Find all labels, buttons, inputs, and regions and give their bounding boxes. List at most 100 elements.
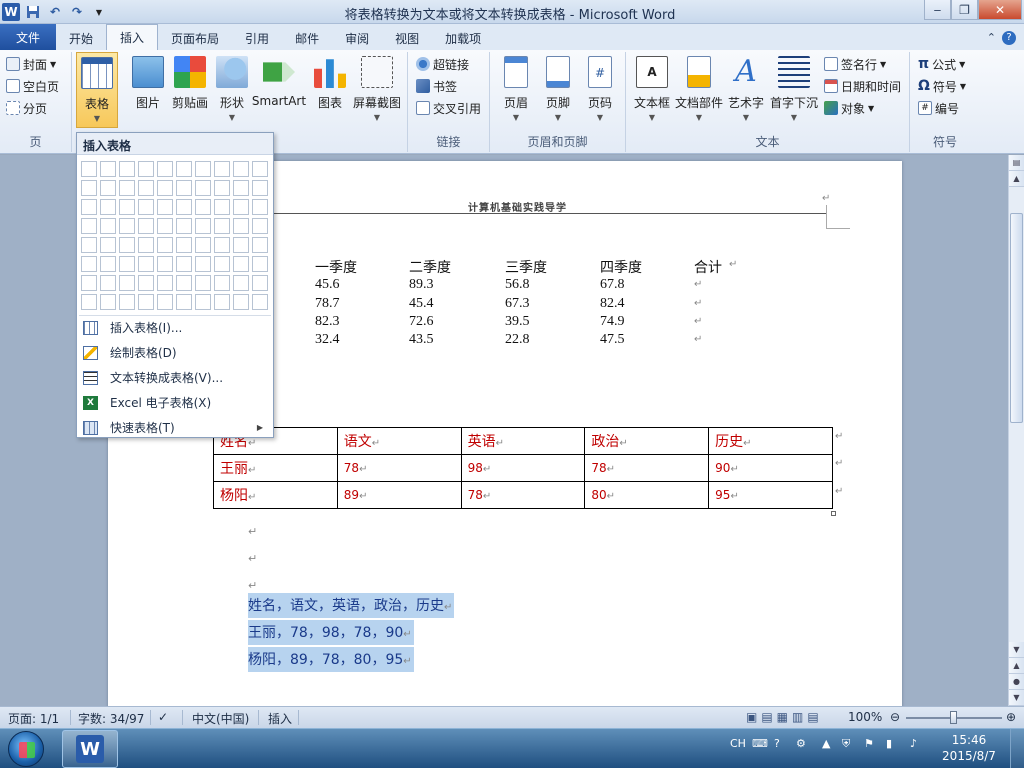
grid-cell[interactable] (195, 218, 211, 234)
grid-cell[interactable] (81, 294, 97, 310)
page-number-button[interactable]: # 页码 ▼ (578, 56, 622, 122)
equation-button[interactable]: π 公式 ▼ (918, 54, 965, 74)
table-cell[interactable]: 98↵ (460, 454, 586, 482)
grid-cell[interactable] (119, 294, 135, 310)
grid-cell[interactable] (138, 180, 154, 196)
grid-cell[interactable] (252, 161, 268, 177)
table-size-grid[interactable] (81, 161, 273, 313)
grid-cell[interactable] (157, 237, 173, 253)
grid-cell[interactable] (119, 218, 135, 234)
hyperlink-button[interactable]: 超链接 (416, 54, 469, 74)
grid-cell[interactable] (233, 237, 249, 253)
browse-object-button[interactable]: ● (1009, 674, 1024, 690)
keyboard-icon[interactable]: ⌨ (752, 737, 768, 750)
grid-cell[interactable] (176, 237, 192, 253)
grid-cell[interactable] (157, 256, 173, 272)
date-time-button[interactable]: 日期和时间 (824, 76, 901, 96)
view-buttons[interactable]: ▣▤▦▥▤ (746, 710, 823, 724)
next-page-button[interactable]: ▼ (1009, 690, 1024, 706)
close-button[interactable]: ✕ (978, 0, 1022, 20)
vertical-scrollbar[interactable]: ▤ ▲ ▼ ▲ ● ▼ (1008, 155, 1024, 706)
tab-addins[interactable]: 加载项 (432, 26, 494, 50)
table-resize-handle[interactable] (831, 511, 836, 516)
grid-cell[interactable] (195, 237, 211, 253)
cover-page-button[interactable]: 封面 ▼ (6, 54, 56, 74)
score-table[interactable]: 姓名↵ 语文↵ 英语↵ 政治↵ 历史↵ 王丽↵ 78↵ 98↵ 78↵ 90↵ … (213, 427, 833, 509)
action-center-icon[interactable]: ⚑ (864, 737, 874, 750)
tab-page-layout[interactable]: 页面布局 (158, 26, 232, 50)
grid-cell[interactable] (252, 256, 268, 272)
selected-text-line[interactable]: 姓名，语文，英语，政治，历史↵ (248, 593, 455, 618)
tab-insert[interactable]: 插入 (106, 24, 159, 50)
language-indicator[interactable]: 中文(中国) (192, 710, 249, 727)
textbox-button[interactable]: A 文本框 ▼ (630, 56, 674, 122)
word-app-icon[interactable]: W (2, 3, 20, 21)
bookmark-button[interactable]: 书签 (416, 76, 457, 96)
grid-cell[interactable] (214, 218, 230, 234)
grid-cell[interactable] (119, 237, 135, 253)
shapes-button[interactable]: 形状 ▼ (210, 56, 254, 122)
zoom-out-button[interactable]: ⊖ (890, 710, 900, 724)
grid-cell[interactable] (176, 275, 192, 291)
scroll-down-button[interactable]: ▼ (1009, 642, 1024, 658)
grid-cell[interactable] (81, 199, 97, 215)
grid-cell[interactable] (81, 161, 97, 177)
grid-cell[interactable] (81, 256, 97, 272)
grid-cell[interactable] (119, 256, 135, 272)
picture-button[interactable]: 图片 (126, 56, 170, 111)
zoom-level[interactable]: 100% (848, 710, 882, 724)
security-icon[interactable]: ⛨ (842, 737, 850, 751)
menu-item-insert-table[interactable]: 插入表格(I)... (77, 315, 273, 340)
grid-cell[interactable] (176, 294, 192, 310)
footer-button[interactable]: 页脚 ▼ (536, 56, 580, 122)
grid-cell[interactable] (195, 161, 211, 177)
start-button[interactable] (8, 731, 44, 767)
grid-cell[interactable] (214, 180, 230, 196)
grid-cell[interactable] (81, 218, 97, 234)
signature-line-button[interactable]: 签名行 ▼ (824, 54, 886, 74)
grid-cell[interactable] (252, 180, 268, 196)
redo-icon[interactable]: ↷ (68, 3, 86, 21)
grid-cell[interactable] (176, 199, 192, 215)
grid-cell[interactable] (157, 180, 173, 196)
zoom-slider-thumb[interactable] (950, 711, 957, 724)
grid-cell[interactable] (214, 275, 230, 291)
table-cell[interactable]: 80↵ (584, 481, 710, 509)
grid-cell[interactable] (214, 199, 230, 215)
undo-icon[interactable]: ↶ (46, 3, 64, 21)
table-cell[interactable]: 英语↵ (460, 427, 586, 455)
grid-cell[interactable] (81, 180, 97, 196)
grid-cell[interactable] (100, 180, 116, 196)
show-desktop-button[interactable] (1010, 729, 1024, 768)
numbering-button[interactable]: # 编号 (918, 98, 959, 118)
restore-button[interactable]: ❐ (951, 0, 978, 20)
show-hidden-icons[interactable]: ▲ (822, 737, 830, 750)
table-button[interactable]: 表格 ▼ (76, 52, 118, 128)
object-button[interactable]: 对象 ▼ (824, 98, 874, 118)
grid-cell[interactable] (252, 237, 268, 253)
ime-indicator[interactable]: CH (730, 737, 746, 750)
grid-cell[interactable] (233, 161, 249, 177)
table-cell[interactable]: 89↵ (336, 481, 462, 509)
grid-cell[interactable] (176, 180, 192, 196)
cross-reference-button[interactable]: 交叉引用 (416, 98, 481, 118)
table-cell[interactable]: 政治↵ (584, 427, 710, 455)
quick-parts-button[interactable]: 文档部件 ▼ (674, 56, 724, 122)
help-icon[interactable]: ? (1002, 31, 1016, 45)
grid-cell[interactable] (81, 237, 97, 253)
grid-cell[interactable] (195, 275, 211, 291)
minimize-button[interactable]: ‒ (924, 0, 951, 20)
zoom-in-button[interactable]: ⊕ (1006, 710, 1016, 724)
help-tray-icon[interactable]: ? (774, 737, 780, 750)
grid-cell[interactable] (214, 237, 230, 253)
system-clock[interactable]: 15:46 2015/8/7 (938, 732, 1000, 764)
grid-cell[interactable] (157, 218, 173, 234)
grid-cell[interactable] (233, 199, 249, 215)
grid-cell[interactable] (233, 218, 249, 234)
grid-cell[interactable] (233, 256, 249, 272)
selected-text-line[interactable]: 杨阳，89，78，80，95↵ (248, 647, 414, 672)
table-cell[interactable]: 杨阳↵ (213, 481, 338, 509)
grid-cell[interactable] (157, 161, 173, 177)
grid-cell[interactable] (233, 294, 249, 310)
grid-cell[interactable] (119, 275, 135, 291)
